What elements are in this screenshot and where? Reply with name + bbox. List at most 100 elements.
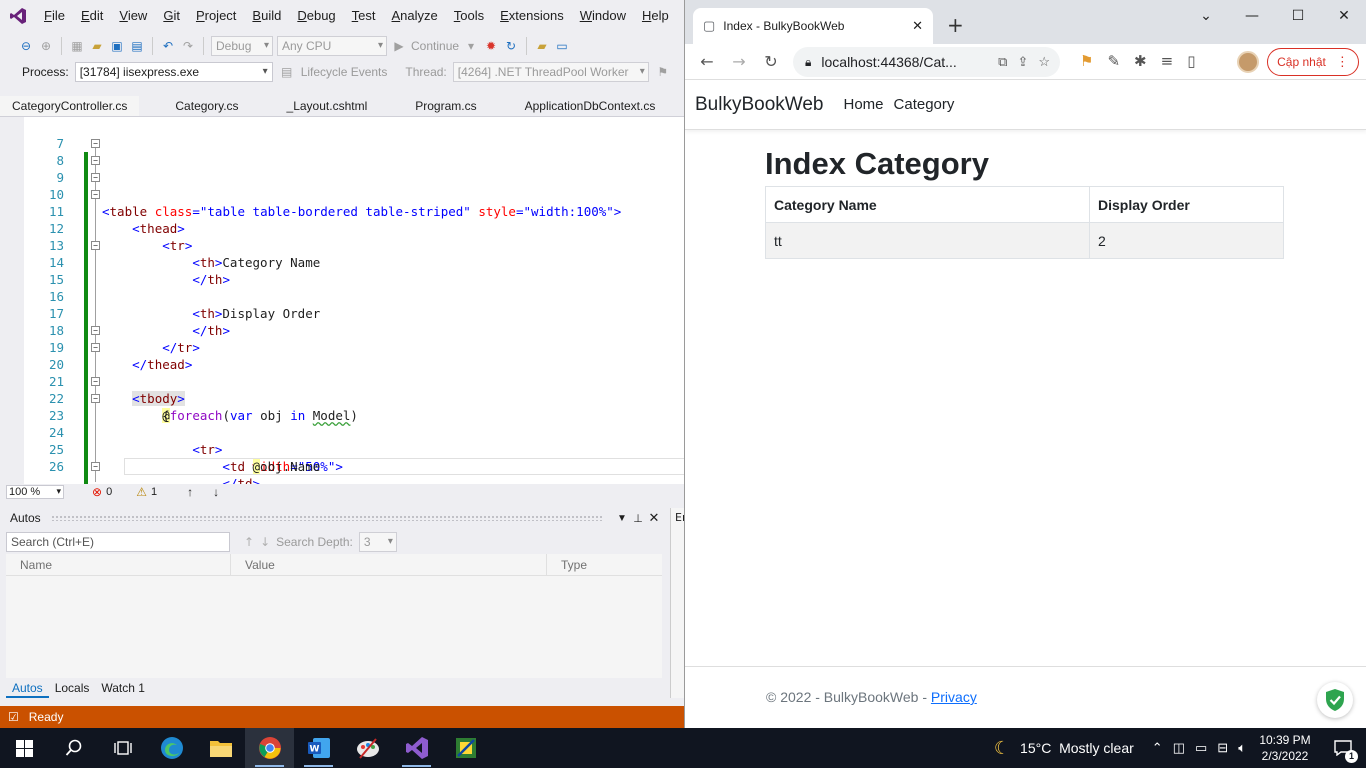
menu-tools[interactable]: Tools: [446, 0, 492, 32]
close-icon[interactable]: ✕: [646, 510, 662, 526]
forward-arrow-icon[interactable]: →: [723, 52, 755, 71]
tab-watch-1[interactable]: Watch 1: [95, 678, 151, 698]
warning-icon[interactable]: ⚠: [136, 485, 147, 499]
flag-thread-icon[interactable]: ⚑: [655, 64, 671, 80]
restart-icon[interactable]: ↻: [503, 38, 519, 54]
menu-project[interactable]: Project: [188, 0, 244, 32]
collapse-icon[interactable]: −: [91, 326, 100, 335]
window-menu-icon[interactable]: ▼: [614, 513, 630, 524]
share-icon[interactable]: ⇪: [1017, 54, 1028, 70]
media-icon[interactable]: ≡: [1161, 52, 1174, 70]
continue-icon[interactable]: ▶: [391, 38, 407, 54]
menu-analyze[interactable]: Analyze: [384, 0, 446, 32]
solution-config-dropdown[interactable]: Debug: [211, 36, 273, 56]
minimize-icon[interactable]: —: [1229, 0, 1275, 32]
word-icon[interactable]: W: [294, 728, 343, 768]
next-issue-icon[interactable]: ↓: [213, 485, 219, 499]
extension-icon[interactable]: ⚑: [1080, 52, 1093, 70]
snipping-tool-icon[interactable]: [441, 728, 490, 768]
tab-search-icon[interactable]: ⌄: [1183, 0, 1229, 32]
notification-center-icon[interactable]: 1: [1320, 728, 1366, 768]
drag-grip[interactable]: [50, 515, 604, 521]
process-dropdown[interactable]: [31784] iisexpress.exe: [74, 62, 273, 82]
paint-app-icon[interactable]: [343, 728, 392, 768]
eyedropper-icon[interactable]: ✎: [1107, 52, 1120, 70]
redo-icon[interactable]: ↷: [180, 38, 196, 54]
menu-git[interactable]: Git: [155, 0, 188, 32]
maximize-icon[interactable]: ☐: [1275, 0, 1321, 32]
forward-icon[interactable]: ⊕: [38, 38, 54, 54]
tab-autos[interactable]: Autos: [6, 678, 49, 698]
side-panel-icon[interactable]: ▯: [1187, 52, 1195, 70]
visual-studio-logo-icon[interactable]: [0, 0, 36, 32]
chrome-taskbar-icon[interactable]: [245, 728, 294, 768]
autos-grid[interactable]: Name Value Type: [6, 554, 662, 678]
menu-edit[interactable]: Edit: [73, 0, 111, 32]
continue-button[interactable]: Continue: [411, 39, 459, 53]
weather-icon[interactable]: ☾: [994, 738, 1010, 759]
warning-count[interactable]: 1: [151, 486, 157, 498]
collapse-icon[interactable]: −: [91, 377, 100, 386]
new-project-icon[interactable]: ▦: [69, 38, 85, 54]
save-icon[interactable]: ▣: [109, 38, 125, 54]
translate-icon[interactable]: ⧉: [998, 54, 1007, 70]
nav-home[interactable]: Home: [844, 96, 884, 113]
collapse-icon[interactable]: −: [91, 156, 100, 165]
tab-locals[interactable]: Locals: [49, 678, 96, 698]
new-tab-icon[interactable]: +: [947, 15, 964, 35]
pin-icon[interactable]: ⊥: [630, 512, 646, 525]
undo-icon[interactable]: ↶: [160, 38, 176, 54]
menu-extensions[interactable]: Extensions: [492, 0, 572, 32]
task-view-icon[interactable]: [98, 728, 147, 768]
menu-build[interactable]: Build: [244, 0, 289, 32]
puzzle-icon[interactable]: ✱: [1134, 52, 1147, 70]
close-window-icon[interactable]: ✕: [1321, 0, 1366, 32]
volume-icon[interactable]: 🔈︎: [1238, 740, 1246, 756]
error-list-panel[interactable]: Er: [670, 508, 684, 698]
tray-app-icon[interactable]: ◫: [1173, 740, 1185, 756]
update-button[interactable]: Cập nhật ⋮: [1267, 48, 1359, 76]
error-icon[interactable]: ⊗: [92, 485, 102, 499]
save-all-icon[interactable]: ▤: [129, 38, 145, 54]
start-button[interactable]: [0, 728, 49, 768]
collapse-icon[interactable]: −: [91, 462, 100, 471]
file-explorer-icon[interactable]: [196, 728, 245, 768]
tab-layout[interactable]: _Layout.cshtml: [275, 96, 380, 116]
menu-test[interactable]: Test: [344, 0, 384, 32]
chevron-down-icon[interactable]: ▾: [463, 38, 479, 54]
url-text[interactable]: localhost:44368/Cat...: [821, 54, 956, 70]
collapse-icon[interactable]: −: [91, 343, 100, 352]
back-icon[interactable]: ⊖: [18, 38, 34, 54]
collapse-icon[interactable]: −: [91, 241, 100, 250]
lock-icon[interactable]: 🔒︎: [805, 55, 811, 70]
address-bar[interactable]: 🔒︎ localhost:44368/Cat... ⧉ ⇪ ☆: [793, 47, 1060, 77]
menu-view[interactable]: View: [111, 0, 155, 32]
reload-icon[interactable]: ↻: [755, 52, 787, 71]
menu-help[interactable]: Help: [634, 0, 677, 32]
collapse-icon[interactable]: −: [91, 173, 100, 182]
search-backward-icon[interactable]: ↑: [244, 535, 254, 549]
profile-avatar[interactable]: [1237, 51, 1259, 73]
edge-icon[interactable]: [147, 728, 196, 768]
tab-app-db-context[interactable]: ApplicationDbContext.cs: [513, 96, 668, 116]
tab-program[interactable]: Program.cs: [403, 96, 488, 116]
clock[interactable]: 10:39 PM 2/3/2022: [1250, 732, 1320, 764]
column-type[interactable]: Type: [546, 554, 662, 575]
menu-window[interactable]: Window: [572, 0, 634, 32]
tab-category-controller[interactable]: CategoryController.cs: [0, 96, 140, 116]
open-folder-icon[interactable]: ▰: [89, 38, 105, 54]
collapse-icon[interactable]: −: [91, 139, 100, 148]
collapse-icon[interactable]: −: [91, 394, 100, 403]
window-layout-icon[interactable]: ▭: [554, 38, 570, 54]
browser-tab[interactable]: ▢ Index - BulkyBookWeb ✕: [693, 8, 933, 44]
previous-issue-icon[interactable]: ↑: [187, 485, 193, 499]
close-tab-icon[interactable]: ✕: [912, 18, 923, 34]
tab-category[interactable]: Category.cs: [163, 96, 250, 116]
column-value[interactable]: Value: [230, 554, 546, 575]
search-depth-dropdown[interactable]: 3: [358, 532, 397, 552]
privacy-link[interactable]: Privacy: [931, 689, 977, 705]
platform-dropdown[interactable]: Any CPU: [277, 36, 387, 56]
battery-icon[interactable]: ▭: [1195, 740, 1207, 756]
menu-debug[interactable]: Debug: [289, 0, 343, 32]
visual-studio-taskbar-icon[interactable]: [392, 728, 441, 768]
